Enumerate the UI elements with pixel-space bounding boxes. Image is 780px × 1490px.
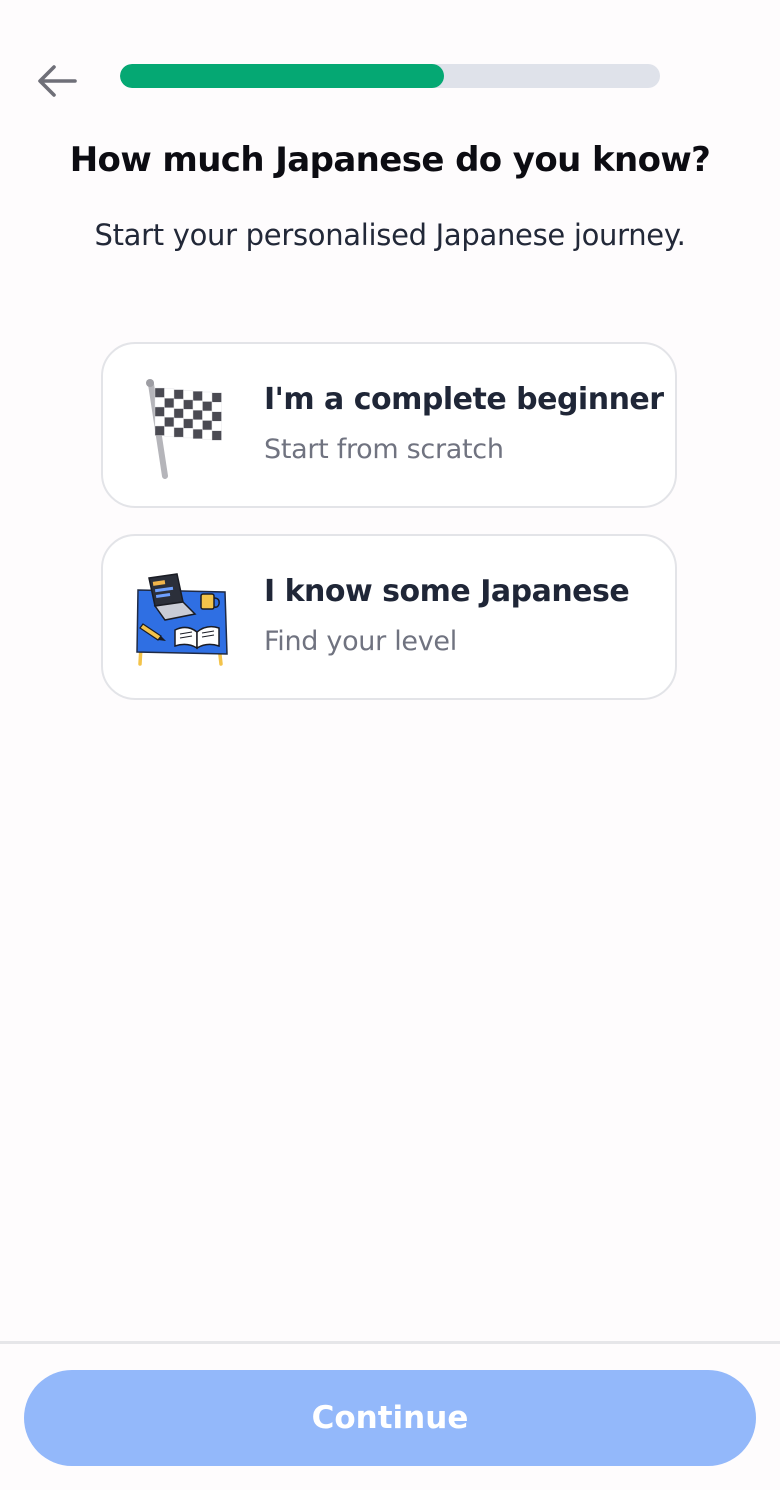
- option-subtitle: Find your level: [264, 626, 457, 657]
- option-title: I know some Japanese: [264, 574, 630, 609]
- option-title: I'm a complete beginner: [264, 382, 664, 417]
- option-beginner[interactable]: I'm a complete beginner Start from scrat…: [101, 342, 677, 508]
- study-desk-icon: [136, 573, 228, 666]
- progress-bar-fill: [120, 64, 444, 88]
- footer-divider: [0, 1341, 780, 1344]
- progress-bar: [120, 64, 660, 88]
- page-title: How much Japanese do you know?: [69, 140, 711, 180]
- onboarding-screen: How much Japanese do you know? Start you…: [0, 0, 780, 1490]
- continue-button[interactable]: Continue: [24, 1370, 756, 1466]
- back-button[interactable]: [34, 58, 80, 104]
- arrow-left-icon: [38, 65, 77, 97]
- option-subtitle: Start from scratch: [264, 434, 504, 465]
- option-some-knowledge[interactable]: I know some Japanese Find your level: [101, 534, 677, 700]
- checkered-flag-icon: [146, 379, 222, 479]
- page-subtitle: Start your personalised Japanese journey…: [94, 218, 686, 252]
